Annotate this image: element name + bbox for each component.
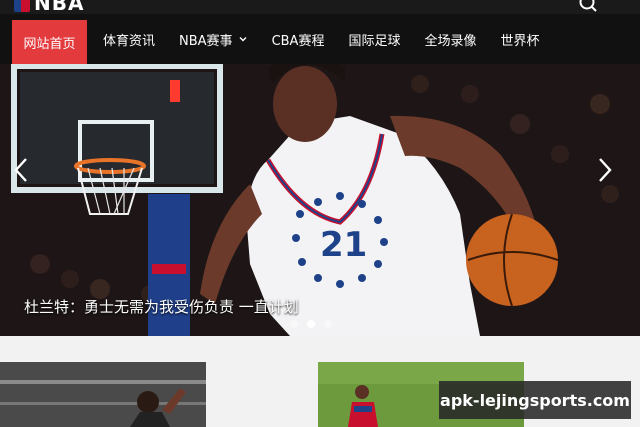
hero-carousel[interactable]: 21 杜兰特：勇士无需为我受伤负责 一直计划	[0, 64, 640, 336]
site-logo[interactable]: NBA	[14, 0, 85, 14]
prev-slide-arrow-icon[interactable]	[10, 156, 34, 184]
news-card-thumbnail[interactable]	[0, 362, 206, 427]
chevron-down-icon	[239, 37, 247, 42]
nav-item-world-cup[interactable]: 世界杯	[500, 14, 539, 64]
nav-item-label: 全场录像	[424, 33, 477, 49]
search-icon[interactable]	[578, 0, 598, 14]
carousel-dots	[290, 320, 332, 328]
carousel-dot[interactable]	[290, 320, 298, 328]
nav-item-label: 国际足球	[348, 33, 401, 49]
hero-caption[interactable]: 杜兰特：勇士无需为我受伤负责 一直计划	[24, 296, 299, 317]
nav-item-intl-football[interactable]: 国际足球	[348, 14, 400, 64]
nav-item-label: NBA赛事	[179, 33, 233, 49]
jersey-number: 21	[320, 225, 367, 265]
logo-text: NBA	[34, 0, 85, 14]
nav-item-sports-news[interactable]: 体育资讯	[103, 14, 155, 64]
watermark-label: apk-lejingsports.com	[439, 381, 631, 419]
nav-item-label: 体育资讯	[103, 33, 156, 49]
nav-item-full-replays[interactable]: 全场录像	[424, 14, 476, 64]
nav-item-label: 世界杯	[500, 33, 540, 49]
carousel-dot[interactable]	[324, 320, 332, 328]
nav-item-label: 网站首页	[23, 36, 76, 52]
nav-item-nba-events[interactable]: NBA赛事	[179, 14, 248, 64]
nav-item-cba-schedule[interactable]: CBA赛程	[272, 14, 325, 64]
top-header: NBA	[0, 0, 640, 14]
page: NBA 网站首页 体育资讯 NBA赛事 CBA赛程 国际足球 全场录像 世界杯	[0, 0, 640, 427]
next-slide-arrow-icon[interactable]	[592, 156, 616, 184]
main-nav: 网站首页 体育资讯 NBA赛事 CBA赛程 国际足球 全场录像 世界杯	[0, 14, 640, 64]
nav-item-label: CBA赛程	[271, 33, 325, 49]
nba-logo-icon	[14, 0, 30, 12]
news-image	[0, 362, 206, 427]
nav-item-home[interactable]: 网站首页	[12, 20, 87, 64]
carousel-dot-active[interactable]	[307, 320, 315, 328]
